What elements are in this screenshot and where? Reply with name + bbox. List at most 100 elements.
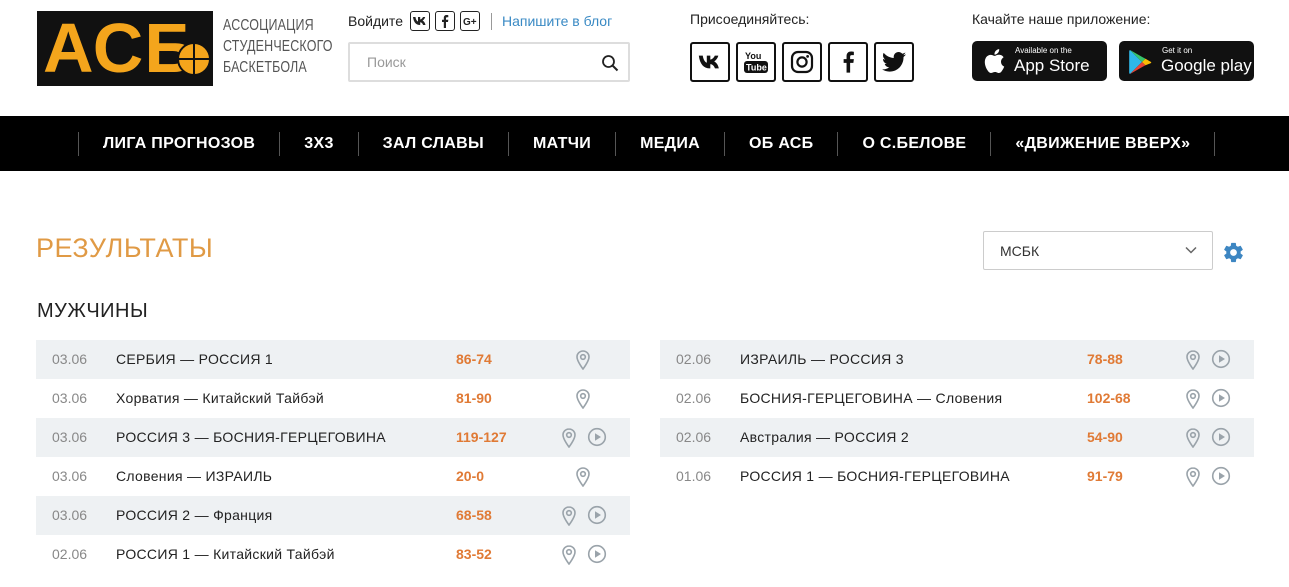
match-teams[interactable]: РОССИЯ 1 — Китайский Тайбэй: [116, 546, 335, 562]
match-date: 01.06: [676, 468, 712, 484]
google-play-button[interactable]: Get it on Google play: [1119, 41, 1254, 81]
nav-item-movement-up[interactable]: «ДВИЖЕНИЕ ВВЕРХ»: [990, 131, 1216, 156]
video-play-icon[interactable]: [1211, 388, 1231, 408]
video-play-icon[interactable]: [1211, 427, 1231, 447]
appstore-small-text: Available on the: [1015, 46, 1072, 55]
match-date: 02.06: [676, 351, 712, 367]
vk-icon[interactable]: [409, 11, 430, 31]
nav-item-hall-of-fame[interactable]: ЗАЛ СЛАВЫ: [357, 131, 508, 156]
location-pin-icon[interactable]: [561, 545, 577, 565]
match-score[interactable]: 68-58: [456, 507, 492, 523]
match-score[interactable]: 91-79: [1087, 468, 1123, 484]
app-label: Качайте наше приложение:: [972, 11, 1151, 27]
result-row[interactable]: 02.06 РОССИЯ 1 — Китайский Тайбэй 83-52: [36, 535, 630, 574]
logo-text-line: АССОЦИАЦИЯ: [223, 17, 314, 34]
search-icon[interactable]: [601, 54, 619, 72]
app-store-button[interactable]: Available on the App Store: [972, 41, 1107, 81]
match-score[interactable]: 54-90: [1087, 429, 1123, 445]
match-teams[interactable]: РОССИЯ 1 — БОСНИЯ-ГЕРЦЕГОВИНА: [740, 468, 1010, 484]
write-blog-link[interactable]: Напишите в блог: [502, 13, 612, 29]
nav-item-prediction-league[interactable]: ЛИГА ПРОГНОЗОВ: [78, 131, 279, 156]
video-play-icon[interactable]: [1211, 466, 1231, 486]
section-title-men: МУЖЧИНЫ: [37, 300, 149, 322]
instagram-icon[interactable]: [782, 42, 822, 82]
location-pin-icon[interactable]: [575, 389, 591, 409]
basketball-icon: [177, 42, 211, 76]
match-date: 03.06: [52, 351, 88, 367]
search-input[interactable]: [350, 44, 590, 80]
result-row[interactable]: 03.06 РОССИЯ 3 — БОСНИЯ-ГЕРЦЕГОВИНА 119-12…: [36, 418, 630, 457]
location-pin-icon[interactable]: [561, 506, 577, 526]
logo-text-line: СТУДЕНЧЕСКОГО: [223, 38, 333, 55]
nav-item-media[interactable]: МЕДИА: [615, 131, 724, 156]
facebook-icon[interactable]: [828, 42, 868, 82]
nav-item-matches[interactable]: МАТЧИ: [507, 131, 615, 156]
result-row[interactable]: 03.06 СЕРБИЯ — РОССИЯ 1 86-74: [36, 340, 630, 379]
tournament-select[interactable]: МСБК: [983, 231, 1213, 270]
match-date: 02.06: [52, 546, 88, 562]
googleplay-small-text: Get it on: [1162, 46, 1193, 55]
vk-icon[interactable]: [690, 42, 730, 82]
result-row[interactable]: 02.06 Австралия — РОССИЯ 2 54-90: [660, 418, 1254, 457]
result-row[interactable]: 03.06 РОССИЯ 2 — Франция 68-58: [36, 496, 630, 535]
svg-text:G+: G+: [463, 17, 477, 26]
match-date: 03.06: [52, 468, 88, 484]
svg-text:Tube: Tube: [746, 63, 767, 73]
location-pin-icon[interactable]: [1185, 350, 1201, 370]
youtube-icon[interactable]: You Tube: [736, 42, 776, 82]
location-pin-icon[interactable]: [1185, 467, 1201, 487]
logo-letters: АСБ: [43, 9, 196, 87]
apple-icon: [984, 49, 1005, 74]
search-box: [348, 42, 630, 82]
chevron-down-icon: [1185, 246, 1197, 254]
page-title: РЕЗУЛЬТАТЫ: [36, 233, 214, 263]
result-row[interactable]: 02.06 БОСНИЯ-ГЕРЦЕГОВИНА — Словения 102-68: [660, 379, 1254, 418]
match-date: 03.06: [52, 429, 88, 445]
location-pin-icon[interactable]: [1185, 389, 1201, 409]
login-label: Войдите: [348, 13, 403, 29]
google-plus-icon[interactable]: G+: [459, 11, 480, 31]
match-teams[interactable]: РОССИЯ 2 — Франция: [116, 507, 273, 523]
match-teams[interactable]: ИЗРАИЛЬ — РОССИЯ 3: [740, 351, 904, 367]
asb-logo[interactable]: АСБ АССОЦИАЦИЯ СТУДЕНЧЕСКОГО БАСКЕТБОЛА: [37, 9, 333, 87]
match-date: 02.06: [676, 429, 712, 445]
video-play-icon[interactable]: [587, 505, 607, 525]
location-pin-icon[interactable]: [1185, 428, 1201, 448]
location-pin-icon[interactable]: [575, 467, 591, 487]
match-teams[interactable]: СЕРБИЯ — РОССИЯ 1: [116, 351, 273, 367]
video-play-icon[interactable]: [1211, 349, 1231, 369]
location-pin-icon[interactable]: [561, 428, 577, 448]
video-play-icon[interactable]: [587, 544, 607, 564]
match-teams[interactable]: Австралия — РОССИЯ 2: [740, 429, 909, 445]
match-score[interactable]: 119-127: [456, 429, 507, 445]
gear-icon[interactable]: [1222, 241, 1245, 264]
match-score[interactable]: 20-0: [456, 468, 484, 484]
google-play-icon: [1129, 50, 1152, 74]
match-score[interactable]: 102-68: [1087, 390, 1131, 406]
googleplay-big-text: Google play: [1161, 56, 1252, 75]
match-score[interactable]: 83-52: [456, 546, 492, 562]
match-score[interactable]: 78-88: [1087, 351, 1123, 367]
result-row[interactable]: 02.06 ИЗРАИЛЬ — РОССИЯ 3 78-88: [660, 340, 1254, 379]
divider: [490, 12, 492, 30]
nav-item-belov[interactable]: О С.БЕЛОВЕ: [837, 131, 990, 156]
match-teams[interactable]: РОССИЯ 3 — БОСНИЯ-ГЕРЦЕГОВИНА: [116, 429, 386, 445]
join-label: Присоединяйтесь:: [690, 11, 810, 27]
facebook-icon[interactable]: [434, 11, 455, 31]
result-row[interactable]: 01.06 РОССИЯ 1 — БОСНИЯ-ГЕРЦЕГОВИНА 91-79: [660, 457, 1254, 496]
match-date: 03.06: [52, 507, 88, 523]
video-play-icon[interactable]: [587, 427, 607, 447]
match-teams[interactable]: БОСНИЯ-ГЕРЦЕГОВИНА — Словения: [740, 390, 1002, 406]
nav-item-3x3[interactable]: 3Х3: [279, 131, 357, 156]
result-row[interactable]: 03.06 Словения — ИЗРАИЛЬ 20-0: [36, 457, 630, 496]
twitter-icon[interactable]: [874, 42, 914, 82]
location-pin-icon[interactable]: [575, 350, 591, 370]
logo-text-line: БАСКЕТБОЛА: [223, 59, 307, 76]
match-score[interactable]: 86-74: [456, 351, 492, 367]
match-score[interactable]: 81-90: [456, 390, 492, 406]
match-teams[interactable]: Словения — ИЗРАИЛЬ: [116, 468, 272, 484]
result-row[interactable]: 03.06 Хорватия — Китайский Тайбэй 81-90: [36, 379, 630, 418]
match-teams[interactable]: Хорватия — Китайский Тайбэй: [116, 390, 324, 406]
nav-item-about[interactable]: ОБ АСБ: [724, 131, 837, 156]
results-table-left: 03.06 СЕРБИЯ — РОССИЯ 1 86-74 03.06 Хорватия…: [36, 340, 630, 574]
